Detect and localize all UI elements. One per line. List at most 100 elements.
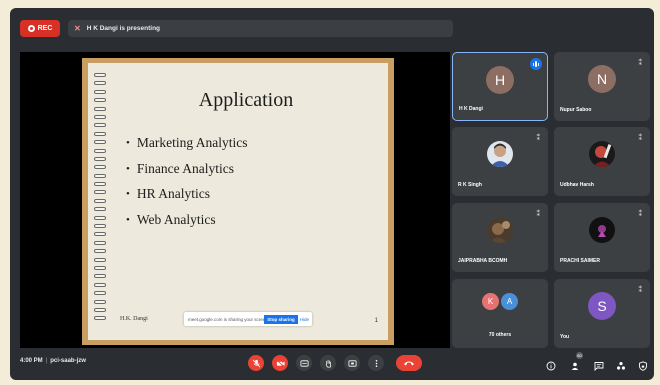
mic-off-icon: ⁑ — [638, 211, 643, 218]
stop-presenting-icon[interactable]: ✕ — [74, 24, 81, 33]
spiral-ring — [94, 274, 106, 279]
captions-icon — [299, 359, 309, 367]
more-options-button[interactable] — [368, 355, 384, 371]
self-tile[interactable]: ⁑ S You — [554, 279, 650, 348]
avatar: S — [588, 292, 616, 320]
shield-lock-icon — [639, 361, 647, 371]
spiral-ring — [94, 123, 106, 128]
bullet-item: • Marketing Analytics — [126, 135, 248, 150]
spiral-ring — [94, 114, 106, 119]
participant-name: H K Dangi — [459, 106, 483, 112]
avatar-photo — [589, 141, 615, 167]
slide-page-number: 1 — [374, 318, 378, 324]
spiral-ring — [94, 81, 106, 86]
top-bar: REC ✕ H K Dangi is presenting — [10, 8, 654, 44]
others-avatars: K A — [482, 293, 518, 310]
raise-hand-button[interactable] — [320, 355, 336, 371]
activities-icon — [617, 362, 625, 370]
spiral-ring — [94, 215, 106, 220]
slide-bullets: • Marketing Analytics • Finance Analytics … — [126, 135, 247, 237]
spiral-ring — [94, 190, 106, 195]
bottom-bar: 4:00 PM | pci-saab-jzw 80 — [10, 348, 654, 380]
chat-button[interactable] — [594, 358, 604, 372]
record-icon — [27, 25, 35, 32]
spiral-ring — [94, 299, 106, 304]
captions-button[interactable] — [296, 355, 312, 371]
mic-toggle-button[interactable] — [248, 355, 264, 371]
mic-off-icon: ⁑ — [638, 60, 643, 67]
bullet-item: • Finance Analytics — [126, 160, 234, 176]
camera-toggle-button[interactable] — [272, 355, 288, 371]
spiral-ring — [94, 232, 106, 237]
spiral-ring — [94, 240, 106, 245]
participant-tile[interactable]: ⁑ R K Singh — [452, 127, 548, 196]
participant-name: PRACHI SAIMER — [560, 258, 601, 264]
spiral-ring — [94, 140, 106, 145]
bullet-text: Finance Analytics — [136, 160, 234, 176]
participant-tile[interactable]: ⁑ N Nupur Saboo — [554, 52, 650, 121]
meeting-info: 4:00 PM | pci-saab-jzw — [20, 358, 86, 364]
spiral-ring — [94, 198, 106, 203]
avatar-photo — [487, 217, 513, 243]
slide-frame: Application • Marketing Analytics • Financ… — [82, 58, 394, 345]
recording-badge: REC — [20, 20, 60, 37]
participant-name: JAIPRABHA BCOMH — [458, 258, 508, 264]
spiral-ring — [94, 165, 106, 170]
leave-call-button[interactable] — [396, 355, 422, 371]
more-vert-icon — [375, 359, 377, 367]
spiral-ring — [94, 257, 106, 262]
spiral-ring — [94, 148, 106, 153]
people-button[interactable] — [570, 358, 580, 370]
spiral-ring — [94, 156, 106, 161]
participant-tile[interactable]: ⁑ JAIPRABHA BCOMH — [452, 203, 548, 272]
present-button[interactable] — [344, 355, 360, 371]
slide-author: H.K. Dangi — [120, 316, 148, 322]
end-call-icon — [404, 361, 414, 366]
hand-icon — [325, 359, 331, 367]
participant-tile[interactable]: ⁑ PRACHI SAIMER — [554, 203, 650, 272]
present-screen-icon — [347, 359, 357, 367]
spiral-ring — [94, 224, 106, 229]
others-tile[interactable]: K A 70 others — [452, 279, 548, 348]
speaking-indicator-icon — [530, 58, 542, 70]
chat-icon — [594, 362, 604, 372]
participant-name: R K Singh — [458, 182, 482, 188]
spiral-ring — [94, 291, 106, 296]
participant-tile[interactable]: H H K Dangi — [452, 52, 548, 121]
slide-paper: Application • Marketing Analytics • Financ… — [88, 63, 388, 340]
avatar-photo — [487, 141, 513, 167]
bullet-text: HR Analytics — [136, 186, 210, 201]
participant-tile[interactable]: ⁑ Udbhav Harsh — [554, 127, 650, 196]
hide-button[interactable]: Hide — [300, 317, 312, 322]
mic-off-icon: ⁑ — [536, 211, 541, 218]
people-icon — [571, 362, 579, 370]
mic-off-icon: ⁑ — [638, 135, 643, 142]
bullet-text: Web Analytics — [136, 211, 216, 227]
spiral-ring — [94, 282, 106, 287]
participant-name: Udbhav Harsh — [560, 182, 594, 188]
avatar-photo — [589, 217, 615, 243]
spiral-ring — [94, 173, 106, 178]
avatar: K — [482, 293, 499, 310]
participant-name: You — [560, 334, 570, 340]
presentation-stage: Application • Marketing Analytics • Financ… — [20, 52, 450, 348]
participant-name: Nupur Saboo — [560, 107, 592, 113]
spiral-ring — [94, 316, 106, 321]
mic-off-icon: ⁑ — [536, 135, 541, 142]
participant-count-badge: 80 — [576, 352, 583, 359]
bullet-item: • HR Analytics — [126, 186, 210, 201]
host-controls-button[interactable] — [638, 358, 648, 371]
spiral-ring — [94, 249, 106, 254]
camera-off-icon — [276, 359, 285, 367]
meeting-details-button[interactable] — [546, 358, 556, 371]
spiral-ring — [94, 73, 106, 77]
spiral-ring — [94, 182, 106, 187]
bullet-text: Marketing Analytics — [136, 135, 248, 150]
avatar: N — [588, 65, 616, 93]
stop-sharing-button[interactable]: Stop sharing — [264, 314, 298, 324]
avatar: A — [501, 293, 518, 310]
activities-button[interactable] — [616, 358, 626, 370]
clock-time: 4:00 PM — [20, 358, 43, 364]
spiral-ring — [94, 131, 106, 136]
presenting-banner: ✕ H K Dangi is presenting — [68, 20, 453, 37]
